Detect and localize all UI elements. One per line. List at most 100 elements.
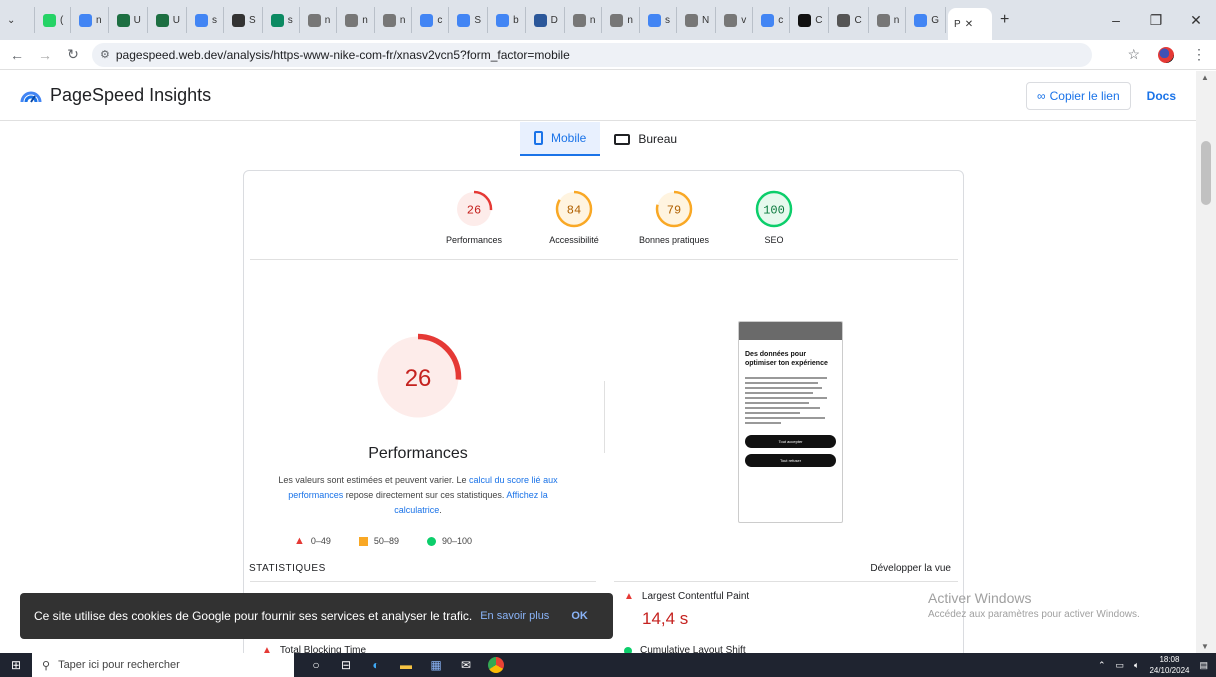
- red-triangle-icon: ▲: [294, 535, 305, 547]
- bookmark-star-icon[interactable]: ☆: [1127, 46, 1140, 63]
- address-bar: ← → ↻ ⚙ pagespeed.web.dev/analysis/https…: [0, 40, 1216, 70]
- browser-tab[interactable]: b: [490, 7, 526, 33]
- browser-tab[interactable]: n: [567, 7, 603, 33]
- tab-favicon-icon: [43, 13, 56, 27]
- tab-label: b: [513, 14, 519, 26]
- tab-favicon-icon: [270, 13, 284, 27]
- site-info-icon[interactable]: ⚙: [100, 48, 110, 61]
- scroll-down-icon[interactable]: ▼: [1201, 642, 1209, 651]
- profile-avatar[interactable]: [1158, 46, 1174, 63]
- browser-tab[interactable]: c: [414, 7, 450, 33]
- screenshot-body-text: [739, 372, 842, 429]
- tab-label: n: [893, 14, 900, 26]
- browser-tab[interactable]: U: [150, 7, 188, 33]
- stats-heading: STATISTIQUES: [249, 563, 326, 574]
- tab-label: C: [854, 14, 862, 26]
- cookie-learn-more-link[interactable]: En savoir plus: [480, 610, 549, 622]
- tab-mobile[interactable]: Mobile: [520, 122, 601, 156]
- tab-label: S: [474, 14, 482, 26]
- tab-favicon-icon: [610, 13, 624, 27]
- browser-tab[interactable]: n: [377, 7, 413, 33]
- score-gauge-seo[interactable]: 100 SEO: [734, 189, 814, 245]
- windows-start-icon[interactable]: ⊞: [0, 658, 32, 672]
- browser-tab[interactable]: C: [831, 7, 869, 33]
- menu-kebab-icon[interactable]: ⋮: [1192, 46, 1206, 63]
- tab-desktop[interactable]: Bureau: [600, 122, 691, 156]
- desc-text-3: .: [439, 505, 442, 515]
- copy-link-label: Copier le lien: [1049, 88, 1120, 103]
- tray-chevron-icon[interactable]: ⌃: [1098, 660, 1106, 671]
- close-tab-icon[interactable]: ✕: [965, 19, 973, 30]
- tab-favicon-icon: [914, 13, 928, 27]
- tab-favicon-icon: [876, 13, 890, 27]
- browser-tab[interactable]: s: [265, 7, 300, 33]
- browser-tab[interactable]: (: [37, 7, 71, 33]
- scrollbar-thumb[interactable]: [1201, 141, 1211, 205]
- browser-tab[interactable]: n: [302, 7, 338, 33]
- gauge-label: Bonnes pratiques: [638, 235, 710, 245]
- tab-favicon-icon: [155, 13, 169, 27]
- file-explorer-icon[interactable]: ▬: [398, 657, 414, 673]
- cortana-icon[interactable]: ○: [308, 657, 324, 673]
- browser-tab[interactable]: D: [528, 7, 565, 33]
- tab-mobile-label: Mobile: [551, 131, 587, 145]
- browser-tab[interactable]: U: [111, 7, 148, 33]
- active-tab[interactable]: P ✕: [948, 8, 993, 40]
- scroll-up-icon[interactable]: ▲: [1201, 73, 1209, 82]
- volume-icon[interactable]: 🔈︎: [1134, 660, 1139, 671]
- notification-icon[interactable]: ▤: [1199, 660, 1208, 671]
- browser-tab[interactable]: v: [718, 7, 754, 33]
- tab-favicon-icon: [837, 13, 851, 27]
- score-gauge-bonnes-pratiques[interactable]: 79 Bonnes pratiques: [634, 189, 714, 245]
- psi-header: PageSpeed Insights ∞ Copier le lien Docs: [0, 71, 1196, 121]
- tab-label: c: [778, 14, 784, 26]
- page-scrollbar[interactable]: ▲ ▼: [1196, 71, 1216, 653]
- browser-tab[interactable]: c: [755, 7, 791, 33]
- back-icon[interactable]: ←: [6, 47, 28, 63]
- reload-icon[interactable]: ↻: [62, 46, 84, 63]
- chrome-icon[interactable]: [488, 657, 504, 673]
- new-tab-button[interactable]: +: [994, 7, 1028, 33]
- taskbar-apps: ○ ⊟ ◐ ▬ ▦ ✉: [308, 657, 504, 673]
- browser-tab[interactable]: G: [908, 7, 947, 33]
- performance-big-score: 26: [405, 365, 432, 392]
- close-window-icon[interactable]: ✕: [1176, 12, 1216, 29]
- taskbar-search-box[interactable]: ⚲ Taper ici pour rechercher: [32, 653, 294, 677]
- gauge-score: 100: [763, 204, 785, 218]
- browser-tab[interactable]: S: [451, 7, 489, 33]
- task-view-icon[interactable]: ⊟: [338, 657, 354, 673]
- browser-tab[interactable]: S: [226, 7, 263, 33]
- clock-time: 18:08: [1159, 655, 1180, 664]
- edge-icon[interactable]: ◐: [368, 657, 384, 673]
- expand-view-toggle[interactable]: Développer la vue: [870, 563, 951, 574]
- tab-favicon-icon: [533, 13, 547, 27]
- browser-tab[interactable]: s: [642, 7, 677, 33]
- copy-link-button[interactable]: ∞ Copier le lien: [1026, 81, 1131, 110]
- docs-link[interactable]: Docs: [1141, 89, 1182, 103]
- mail-icon[interactable]: ✉: [458, 657, 474, 673]
- system-clock[interactable]: 18:08 24/10/2024: [1149, 654, 1189, 676]
- browser-tab[interactable]: n: [73, 7, 109, 33]
- stats-divider-right: [614, 581, 958, 582]
- metric-lcp: ▲ Largest Contentful Paint: [624, 591, 749, 602]
- browser-tab[interactable]: N: [679, 7, 717, 33]
- psi-logo[interactable]: PageSpeed Insights: [20, 85, 211, 106]
- legend-fail-label: 0–49: [310, 536, 331, 546]
- cookie-ok-button[interactable]: OK: [571, 610, 588, 622]
- browser-tab[interactable]: n: [339, 7, 375, 33]
- minimize-icon[interactable]: –: [1096, 12, 1136, 28]
- restore-icon[interactable]: ❐: [1136, 12, 1176, 29]
- forward-icon[interactable]: →: [34, 47, 56, 63]
- tab-label: D: [550, 14, 558, 26]
- tab-search-button[interactable]: ⌄: [1, 7, 35, 33]
- browser-tab[interactable]: s: [189, 7, 225, 33]
- activate-windows-watermark: Activer Windows Accédez aux paramètres p…: [928, 590, 1140, 620]
- browser-tab[interactable]: C: [792, 7, 830, 33]
- search-icon: ⚲: [42, 659, 51, 672]
- browser-tab[interactable]: n: [604, 7, 640, 33]
- cookie-text: Ce site utilise des cookies de Google po…: [34, 609, 473, 623]
- network-icon[interactable]: ▭: [1116, 660, 1125, 671]
- browser-tab[interactable]: n: [871, 7, 907, 33]
- url-input[interactable]: ⚙ pagespeed.web.dev/analysis/https-www-n…: [92, 42, 1092, 67]
- store-icon[interactable]: ▦: [428, 657, 444, 673]
